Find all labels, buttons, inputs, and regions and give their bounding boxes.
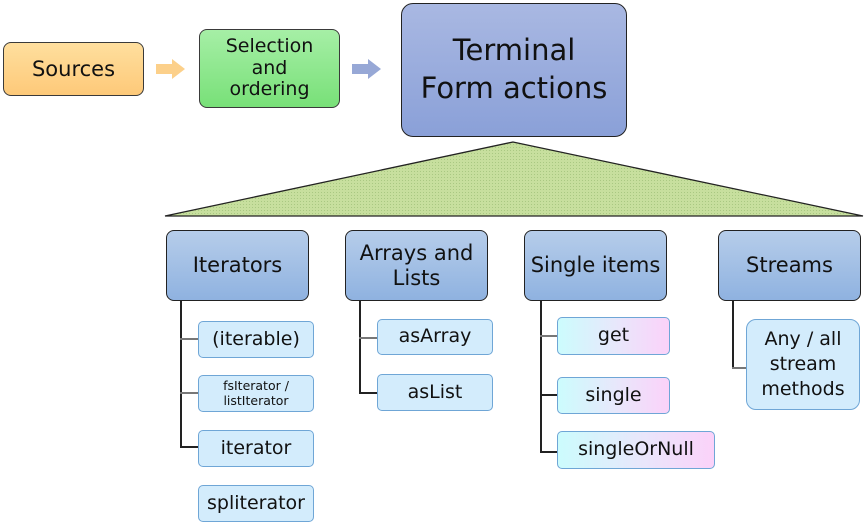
category-label: Single items [530, 253, 661, 278]
leaf-fsiterator: fsIterator / listIterator [198, 375, 314, 412]
leaf-label: (iterable) [212, 327, 300, 350]
connector [359, 337, 377, 339]
connector [180, 392, 198, 394]
connector [540, 451, 557, 453]
terminal-box: Terminal Form actions [401, 3, 627, 137]
connector [180, 446, 198, 448]
arrow-icon [352, 59, 381, 79]
leaf-label: single [585, 383, 642, 406]
selection-label: Selection and ordering [225, 34, 314, 101]
leaf-label: asList [407, 380, 463, 403]
leaf-label: spliterator [207, 491, 305, 514]
leaf-singleornull: singleOrNull [557, 431, 715, 469]
connector [732, 367, 747, 369]
leaf-label: Any / all stream methods [761, 328, 845, 400]
category-single-items: Single items [524, 230, 667, 301]
leaf-asarray: asArray [377, 319, 493, 355]
category-streams: Streams [718, 230, 861, 301]
connector [180, 338, 198, 340]
category-arrays-lists: Arrays and Lists [345, 230, 488, 301]
connector [540, 301, 542, 452]
leaf-label: asArray [398, 325, 472, 348]
connector [359, 301, 361, 393]
leaf-label: get [597, 324, 630, 347]
sources-label: Sources [31, 56, 116, 81]
connector [359, 392, 377, 394]
hierarchy-triangle [164, 141, 864, 217]
category-label: Iterators [192, 253, 283, 278]
leaf-single: single [557, 377, 670, 414]
leaf-iterable: (iterable) [198, 321, 314, 358]
arrow-icon [156, 59, 185, 79]
connector [180, 301, 182, 447]
category-label: Streams [746, 253, 833, 278]
leaf-label: iterator [220, 436, 292, 459]
leaf-label: fsIterator / listIterator [223, 378, 289, 408]
terminal-label: Terminal Form actions [420, 33, 608, 105]
category-iterators: Iterators [166, 230, 309, 301]
connector [732, 301, 734, 368]
connector [540, 335, 557, 337]
leaf-label: singleOrNull [578, 438, 694, 461]
leaf-get: get [557, 317, 670, 355]
sources-box: Sources [3, 42, 144, 96]
connector [540, 394, 557, 396]
leaf-aslist: asList [377, 374, 493, 411]
leaf-stream-methods: Any / all stream methods [746, 319, 860, 410]
leaf-iterator: iterator [198, 430, 314, 467]
leaf-spliterator: spliterator [198, 485, 314, 522]
selection-box: Selection and ordering [199, 29, 340, 108]
category-label: Arrays and Lists [359, 241, 474, 290]
